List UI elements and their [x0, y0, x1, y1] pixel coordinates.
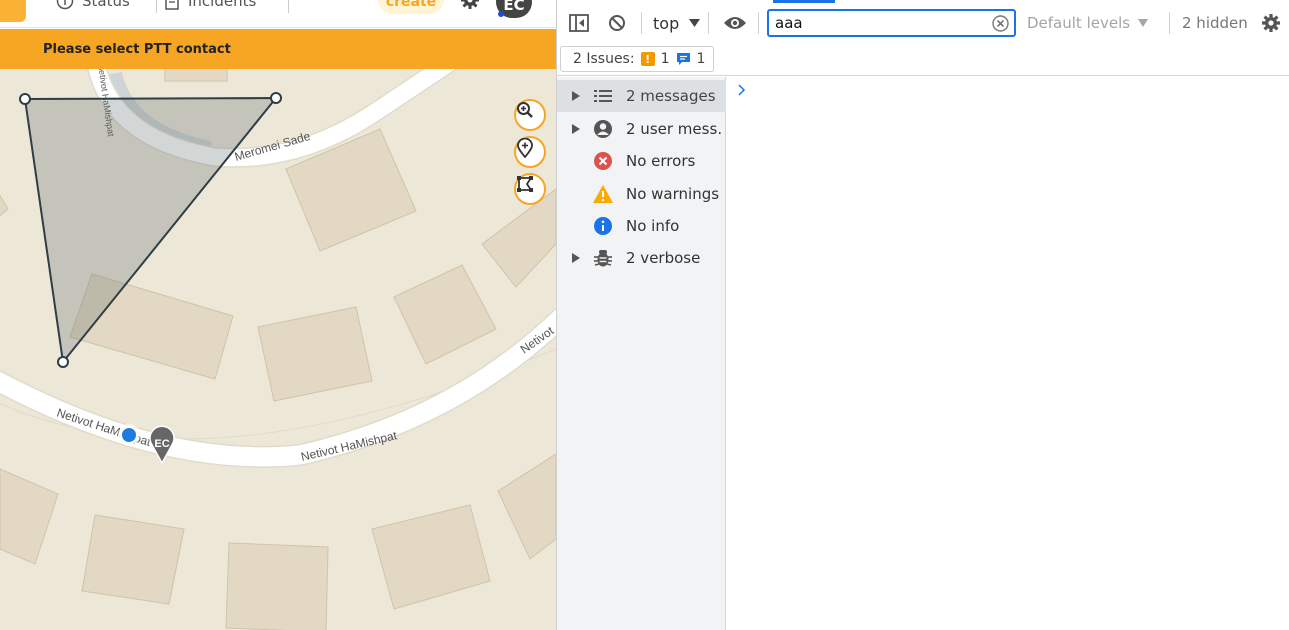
sidebar-item-warnings[interactable]: No warnings: [557, 178, 726, 210]
list-icon: [592, 85, 614, 107]
filter-input[interactable]: [775, 14, 985, 32]
banner-text: Please select PTT contact: [43, 41, 231, 57]
sidebar-item-label: No warnings: [626, 185, 720, 203]
info-circle-icon: [56, 0, 74, 10]
console-output-area[interactable]: [727, 77, 1289, 630]
console-settings-button[interactable]: [1260, 12, 1282, 34]
log-levels-dropdown[interactable]: Default levels: [1027, 12, 1149, 34]
tab-status[interactable]: Status: [56, 0, 130, 14]
building: [0, 468, 59, 565]
warning-icon: [592, 183, 614, 205]
tab-status-label: Status: [82, 0, 130, 10]
user-icon: [592, 118, 614, 140]
toolbar-divider: [708, 12, 709, 34]
building: [393, 264, 497, 365]
sidebar-item-verbose[interactable]: 2 verbose: [557, 242, 726, 274]
building: [0, 194, 9, 217]
issues-label: 2 Issues:: [573, 51, 635, 67]
error-icon: [592, 150, 614, 172]
warning-issue-icon: !: [640, 52, 655, 66]
expand-arrow-icon[interactable]: [571, 90, 581, 102]
tab-incidents[interactable]: Incidents: [164, 0, 256, 14]
clear-console-button[interactable]: [606, 12, 628, 34]
polygon-vertex-handle[interactable]: [57, 356, 69, 368]
sidebar-item-info[interactable]: No info: [557, 210, 726, 242]
clear-filter-icon[interactable]: [992, 15, 1009, 32]
app-top-nav: Status Incidents create EC: [0, 0, 556, 28]
issues-button[interactable]: 2 Issues: ! 1 1: [560, 46, 715, 72]
add-location-button[interactable]: [514, 136, 546, 168]
building: [81, 514, 185, 605]
info-issue-count: 1: [696, 51, 706, 67]
expand-arrow-icon[interactable]: [571, 252, 581, 264]
tab-incidents-label: Incidents: [188, 0, 257, 10]
bug-icon: [592, 247, 614, 269]
console-toolbar: top Default levels 2 hidden: [557, 0, 1289, 45]
polygon-vertex-handle[interactable]: [270, 92, 282, 104]
draw-polygon-icon: [517, 176, 533, 192]
eye-icon: [724, 17, 746, 29]
devtools-console-panel: top Default levels 2 hidden: [556, 0, 1289, 630]
levels-label: Default levels: [1027, 14, 1131, 32]
sidebar-item-messages[interactable]: 2 messages: [557, 80, 726, 112]
toolbar-divider: [1169, 12, 1170, 34]
map-canvas[interactable]: Meromei Sade Netivot HaMishpat Netivot H…: [0, 69, 556, 630]
tab-divider: [156, 0, 157, 13]
building: [497, 453, 556, 560]
sidebar-item-label: 2 messages: [626, 87, 716, 105]
dropdown-triangle-icon: [689, 19, 701, 27]
sidebar-item-user-messages[interactable]: 2 user mess…: [557, 113, 726, 145]
map-layer: Meromei Sade Netivot HaMishpat Netivot H…: [0, 69, 556, 630]
app-pane: Status Incidents create EC Please select…: [0, 0, 556, 630]
console-prompt-chevron-icon: [738, 84, 746, 96]
tab-divider: [288, 0, 289, 13]
info-issue-icon: [676, 53, 690, 65]
sidebar-item-label: No errors: [626, 152, 696, 170]
building: [257, 306, 373, 402]
dropdown-triangle-icon: [1138, 19, 1149, 27]
building: [225, 542, 329, 630]
online-status-dot: [498, 11, 504, 17]
zoom-to-area-button[interactable]: [514, 99, 546, 131]
sidebar-toggle-icon: [569, 14, 589, 32]
toggle-sidebar-button[interactable]: [568, 12, 590, 34]
toolbar-divider: [758, 12, 759, 34]
document-icon: [165, 0, 179, 10]
contact-marker-initials: EC: [154, 438, 169, 450]
draw-polygon-button[interactable]: [514, 173, 546, 205]
toolbar-divider: [641, 12, 642, 34]
context-selector[interactable]: top: [653, 12, 701, 34]
building: [164, 69, 228, 82]
console-sidebar: 2 messages 2 user mess… No errors No war…: [557, 77, 726, 630]
sidebar-item-label: No info: [626, 217, 680, 235]
issues-bar: 2 Issues: ! 1 1: [557, 45, 1289, 76]
create-button[interactable]: create: [378, 0, 444, 14]
sidebar-item-label: 2 verbose: [626, 249, 701, 267]
building: [371, 504, 491, 610]
app-logo[interactable]: [0, 0, 26, 22]
building: [481, 188, 556, 288]
info-icon: [592, 215, 614, 237]
polygon-vertex-handle[interactable]: [19, 93, 31, 105]
settings-gear-icon[interactable]: [460, 0, 480, 10]
location-pin-icon: [517, 138, 533, 158]
sidebar-item-errors[interactable]: No errors: [557, 145, 726, 177]
zoom-icon: [517, 102, 533, 118]
active-tab-indicator: [773, 0, 835, 3]
live-expression-button[interactable]: [722, 12, 748, 34]
ptt-contact-banner: Please select PTT contact: [0, 29, 556, 69]
console-filter-input-box[interactable]: [767, 9, 1016, 37]
current-location-dot: [120, 426, 138, 444]
warning-issue-count: 1: [660, 51, 670, 67]
expand-arrow-icon[interactable]: [571, 123, 581, 135]
hidden-messages-count: 2 hidden: [1182, 14, 1248, 32]
sidebar-item-label: 2 user mess…: [626, 120, 724, 138]
gear-icon: [1262, 14, 1280, 32]
context-label: top: [653, 13, 680, 33]
block-icon: [609, 15, 625, 31]
